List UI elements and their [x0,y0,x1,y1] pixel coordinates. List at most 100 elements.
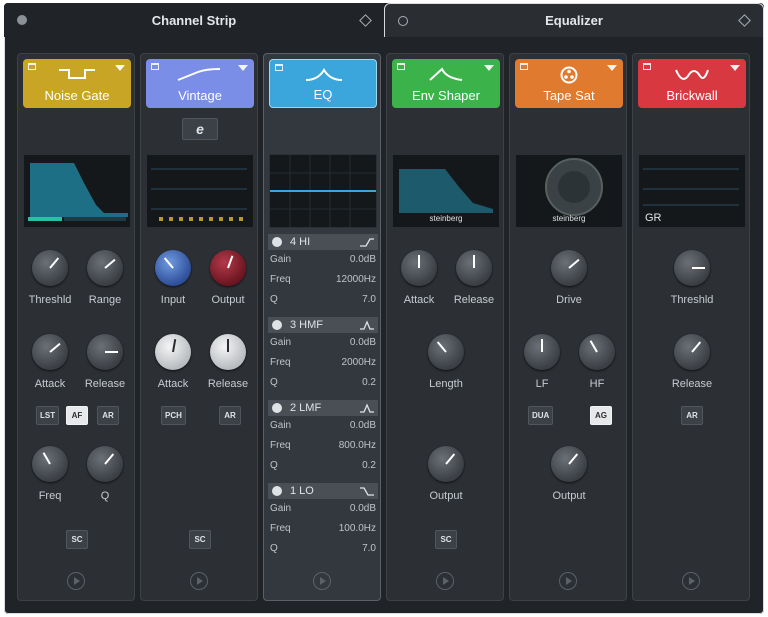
threshold-knob[interactable] [674,250,710,286]
sidechain-button[interactable]: SC [189,530,211,549]
length-knob[interactable] [428,334,464,370]
drive-knob[interactable] [551,250,587,286]
tape-reel-icon [560,66,578,84]
tab-title: Channel Strip [151,12,237,28]
power-icon[interactable] [520,63,528,70]
dropdown-triangle-icon[interactable] [115,65,125,71]
lst-button[interactable]: LST [36,406,60,425]
power-icon[interactable] [28,63,36,70]
power-icon[interactable] [643,63,651,70]
knob-label: Attack [157,378,189,390]
band-freq-row[interactable]: Freq 2000Hz [270,357,376,368]
hf-knob[interactable] [579,334,615,370]
dual-button[interactable]: DUA [528,406,554,425]
vintage-mode-button[interactable]: e [182,118,218,140]
freq-value: 12000Hz [335,274,376,285]
dropdown-triangle-icon[interactable] [238,65,248,71]
play-circle-icon[interactable] [313,572,331,590]
row-label: Q [270,294,278,305]
dropdown-triangle-icon[interactable] [607,65,617,71]
release-knob[interactable] [87,334,123,370]
af-button[interactable]: AF [66,406,88,425]
q-value: 7.0 [362,294,376,305]
module-header-env-shaper[interactable]: Env Shaper [392,59,500,108]
knob-label: Attack [403,294,435,306]
auto-gain-button[interactable]: AG [590,406,612,425]
knob-label: Release [207,378,249,390]
knob-label: Release [84,378,126,390]
knob-label: Freq [38,490,62,502]
module-noise-gate: Noise Gate Threshld Range Attack Release… [17,53,135,601]
output-knob[interactable] [210,250,246,286]
power-icon[interactable] [272,237,282,247]
band-header-4-hi[interactable]: 4 HI [268,234,378,250]
attack-knob[interactable] [401,250,437,286]
attack-knob[interactable] [155,334,191,370]
band-header-1-lo[interactable]: 1 LO [268,483,378,499]
dropdown-triangle-icon[interactable] [484,65,494,71]
output-knob[interactable] [428,446,464,482]
knob-label: Range [88,294,122,306]
knob-label: Attack [34,378,66,390]
dropdown-triangle-icon[interactable] [730,65,740,71]
gate-curve-icon [59,69,95,79]
band-gain-row[interactable]: Gain 0.0dB [270,337,376,348]
module-name: Brickwall [666,88,718,103]
power-icon[interactable] [272,320,282,330]
module-header-noise-gate[interactable]: Noise Gate [23,59,131,108]
punch-button[interactable]: PCH [161,406,186,425]
power-icon[interactable] [275,64,283,71]
power-icon[interactable] [272,486,282,496]
band-header-2-lmf[interactable]: 2 LMF [268,400,378,416]
tab-equalizer[interactable]: Equalizer [384,3,764,37]
module-header-vintage[interactable]: Vintage [146,59,254,108]
play-circle-icon[interactable] [682,572,700,590]
range-knob[interactable] [87,250,123,286]
q-knob[interactable] [87,446,123,482]
band-q-row[interactable]: Q 0.2 [270,460,376,471]
sidechain-button[interactable]: SC [435,530,457,549]
knob-label: Release [671,378,713,390]
module-header-eq[interactable]: EQ [269,59,377,108]
band-gain-row[interactable]: Gain 0.0dB [270,254,376,265]
ar-button[interactable]: AR [97,406,119,425]
band-freq-row[interactable]: Freq 800.0Hz [270,440,376,451]
band-gain-row[interactable]: Gain 0.0dB [270,420,376,431]
release-knob[interactable] [456,250,492,286]
band-header-3-hmf[interactable]: 3 HMF [268,317,378,333]
power-icon[interactable] [151,63,159,70]
lf-knob[interactable] [524,334,560,370]
output-knob[interactable] [551,446,587,482]
release-knob[interactable] [210,334,246,370]
module-header-brickwall[interactable]: Brickwall [638,59,746,108]
band-q-row[interactable]: Q 7.0 [270,294,376,305]
gate-display [23,154,131,228]
envelope-curve-icon [429,67,463,81]
module-header-tape-sat[interactable]: Tape Sat [515,59,623,108]
threshold-knob[interactable] [32,250,68,286]
play-circle-icon[interactable] [190,572,208,590]
band-q-row[interactable]: Q 0.2 [270,377,376,388]
band-name: 2 LMF [290,402,322,414]
release-knob[interactable] [674,334,710,370]
input-knob[interactable] [155,250,191,286]
play-circle-icon[interactable] [436,572,454,590]
power-icon[interactable] [272,403,282,413]
tab-channel-strip[interactable]: Channel Strip [4,3,384,37]
attack-knob[interactable] [32,334,68,370]
power-icon[interactable] [397,63,405,70]
play-circle-icon[interactable] [559,572,577,590]
vintage-meter-graph [151,168,247,221]
band-freq-row[interactable]: Freq 12000Hz [270,274,376,285]
band-freq-row[interactable]: Freq 100.0Hz [270,523,376,534]
knob-label: Q [100,490,110,502]
play-circle-icon[interactable] [67,572,85,590]
ar-button[interactable]: AR [219,406,241,425]
freq-knob[interactable] [32,446,68,482]
module-name: Tape Sat [543,88,595,103]
gain-value: 0.0dB [349,254,376,265]
ar-button[interactable]: AR [681,406,703,425]
band-gain-row[interactable]: Gain 0.0dB [270,503,376,514]
band-q-row[interactable]: Q 7.0 [270,543,376,554]
sidechain-button[interactable]: SC [66,530,88,549]
